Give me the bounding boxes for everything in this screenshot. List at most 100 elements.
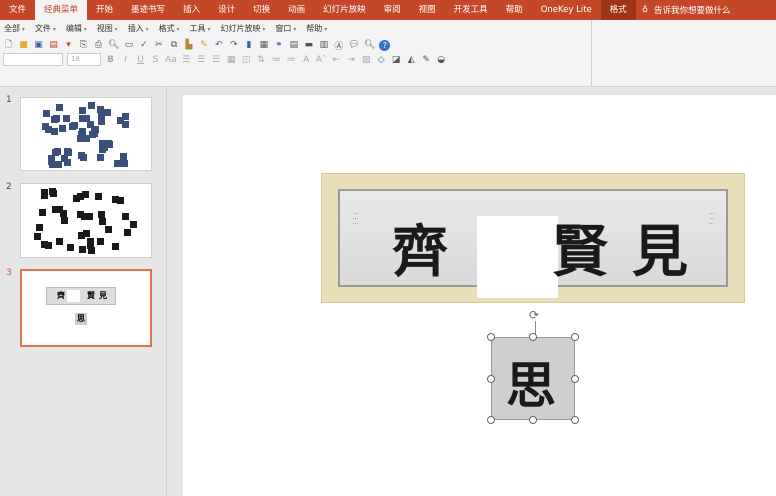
permission-icon[interactable]: ⎘ (78, 40, 89, 50)
change-case-button[interactable]: Aa (165, 55, 177, 65)
resize-handle[interactable] (487, 375, 495, 383)
tab-insert[interactable]: 插入 (174, 0, 209, 20)
chart-icon[interactable]: ▮ (243, 40, 254, 50)
align-left-icon[interactable]: ☰ (181, 55, 192, 65)
outdent-icon[interactable]: ⇥ (346, 55, 357, 65)
selected-picture[interactable]: 思 (491, 337, 575, 420)
resize-handle[interactable] (571, 375, 579, 383)
save-as-icon[interactable]: ▤ (48, 40, 59, 50)
spelling-icon[interactable]: ✓ (138, 40, 149, 50)
tab-slideshow[interactable]: 幻灯片放映 (314, 0, 375, 20)
thumb-banner: 齊 賢 見 (46, 287, 116, 305)
tab-file[interactable]: 文件 (0, 0, 35, 20)
shape-fill-icon[interactable]: ◭ (406, 55, 417, 65)
resize-handle[interactable] (487, 416, 495, 424)
tab-classic-menu[interactable]: 经典菜单 (35, 0, 88, 20)
menu-tools[interactable]: 工具 (190, 23, 211, 34)
print-preview-icon[interactable]: 🔍︎ (108, 40, 119, 50)
align-center-icon[interactable]: ☰ (196, 55, 207, 65)
help-icon[interactable]: ? (379, 39, 391, 51)
underline-button[interactable]: U (135, 55, 146, 65)
table-icon[interactable]: ▦ (258, 40, 269, 50)
text-direction-icon[interactable]: ⇅ (256, 55, 267, 65)
font-name-select[interactable] (3, 53, 63, 66)
font-color-icon[interactable]: A (301, 55, 312, 65)
resize-handle[interactable] (529, 416, 537, 424)
rotate-handle-icon[interactable]: ⟳ (529, 308, 539, 322)
classic-menu-bar: 全部 文件 编辑 视图 插入 格式 工具 幻灯片放映 窗口 帮助 (4, 23, 327, 34)
arrange-icon[interactable]: ▨ (361, 55, 372, 65)
undo-icon[interactable]: ↶ (213, 40, 224, 50)
thumb-tile (51, 128, 59, 136)
thumb-tile (79, 154, 87, 162)
copy-icon[interactable]: ⧉ (168, 40, 179, 50)
menu-help[interactable]: 帮助 (306, 23, 327, 34)
slide-icon[interactable]: ▤ (288, 40, 299, 50)
numbering-icon[interactable]: ≔ (286, 55, 297, 65)
resize-handle[interactable] (487, 333, 495, 341)
comment-icon[interactable]: 💬︎ (348, 40, 359, 50)
hyperlink-icon[interactable]: ⚭ (273, 40, 284, 50)
bold-button[interactable]: B (105, 55, 116, 65)
tab-animations[interactable]: 动画 (279, 0, 314, 20)
slide-thumbnail-pane[interactable]: 1 2 3 齊 賢 見 思 (0, 87, 167, 496)
italic-button[interactable]: I (120, 55, 131, 65)
strike-button[interactable]: S (150, 55, 161, 65)
print-icon[interactable]: ⎙ (93, 40, 104, 50)
menu-file[interactable]: 文件 (35, 23, 56, 34)
tell-me-search[interactable]: ♁ 告诉我你想要做什么 (642, 4, 731, 16)
menu-insert[interactable]: 插入 (128, 23, 149, 34)
cut-icon[interactable]: ✂ (153, 40, 164, 50)
fill-icon[interactable]: ▬ (303, 40, 314, 50)
menu-all[interactable]: 全部 (4, 23, 25, 34)
calligraphy-banner-image[interactable]: ⋮⋮⋮ 齊 賢 見 ⋮⋮⋮ (321, 173, 745, 303)
redo-icon[interactable]: ↷ (228, 40, 239, 50)
columns-icon[interactable]: ◫ (241, 55, 252, 65)
blank-placeholder (477, 216, 558, 298)
menu-view[interactable]: 视图 (97, 23, 118, 34)
thumb-tile (63, 115, 71, 123)
tab-format[interactable]: 格式 (600, 0, 636, 20)
indent-icon[interactable]: ⇤ (331, 55, 342, 65)
layout2-icon[interactable]: ▥ (318, 40, 329, 50)
menu-slideshow[interactable]: 幻灯片放映 (220, 23, 265, 34)
tab-help[interactable]: 帮助 (497, 0, 532, 20)
save-icon[interactable]: ▣ (33, 40, 44, 50)
slide-thumbnail-2[interactable] (20, 183, 152, 258)
resize-handle[interactable] (571, 333, 579, 341)
slide-thumbnail-3[interactable]: 齊 賢 見 思 (20, 269, 152, 347)
tab-review[interactable]: 审阅 (375, 0, 410, 20)
shape-style-icon[interactable]: ◪ (391, 55, 402, 65)
textbox-icon[interactable]: Ⓐ (333, 39, 344, 52)
tab-developer[interactable]: 开发工具 (445, 0, 497, 20)
tab-view[interactable]: 视图 (410, 0, 445, 20)
thumb-tile (60, 217, 68, 225)
export-icon[interactable]: ▾ (63, 40, 74, 50)
new-icon[interactable]: 🗋 (3, 37, 14, 53)
bullets-icon[interactable]: ≔ (271, 55, 282, 65)
grow-font-icon[interactable]: Aˆ (316, 55, 327, 65)
align-right-icon[interactable]: ☰ (211, 55, 222, 65)
format-painter-icon[interactable]: ✎ (198, 40, 209, 50)
tab-design[interactable]: 设计 (209, 0, 244, 20)
shape-outline-icon[interactable]: ✎ (421, 55, 432, 65)
layout-icon[interactable]: ▭ (123, 40, 134, 50)
slide-thumbnail-1[interactable] (20, 97, 152, 171)
menu-edit[interactable]: 编辑 (66, 23, 87, 34)
resize-handle[interactable] (529, 333, 537, 341)
menu-format[interactable]: 格式 (159, 23, 180, 34)
tab-transitions[interactable]: 切换 (244, 0, 279, 20)
paste-icon[interactable]: ▙ (183, 40, 194, 50)
shapes-icon[interactable]: ◇ (376, 55, 387, 65)
tab-onekey[interactable]: OneKey Lite (532, 0, 601, 20)
resize-handle[interactable] (571, 416, 579, 424)
font-size-select[interactable]: 18 (67, 53, 101, 66)
thumb-tile (104, 226, 112, 234)
tab-home[interactable]: 开始 (87, 0, 122, 20)
tab-ink[interactable]: 墨迹书写 (122, 0, 174, 20)
shape-effects-icon[interactable]: ◒ (436, 55, 447, 65)
zoom-icon[interactable]: 🔍︎ (364, 40, 375, 50)
justify-icon[interactable]: ▦ (226, 55, 237, 65)
open-icon[interactable]: ■ (18, 40, 29, 50)
menu-window[interactable]: 窗口 (275, 23, 296, 34)
